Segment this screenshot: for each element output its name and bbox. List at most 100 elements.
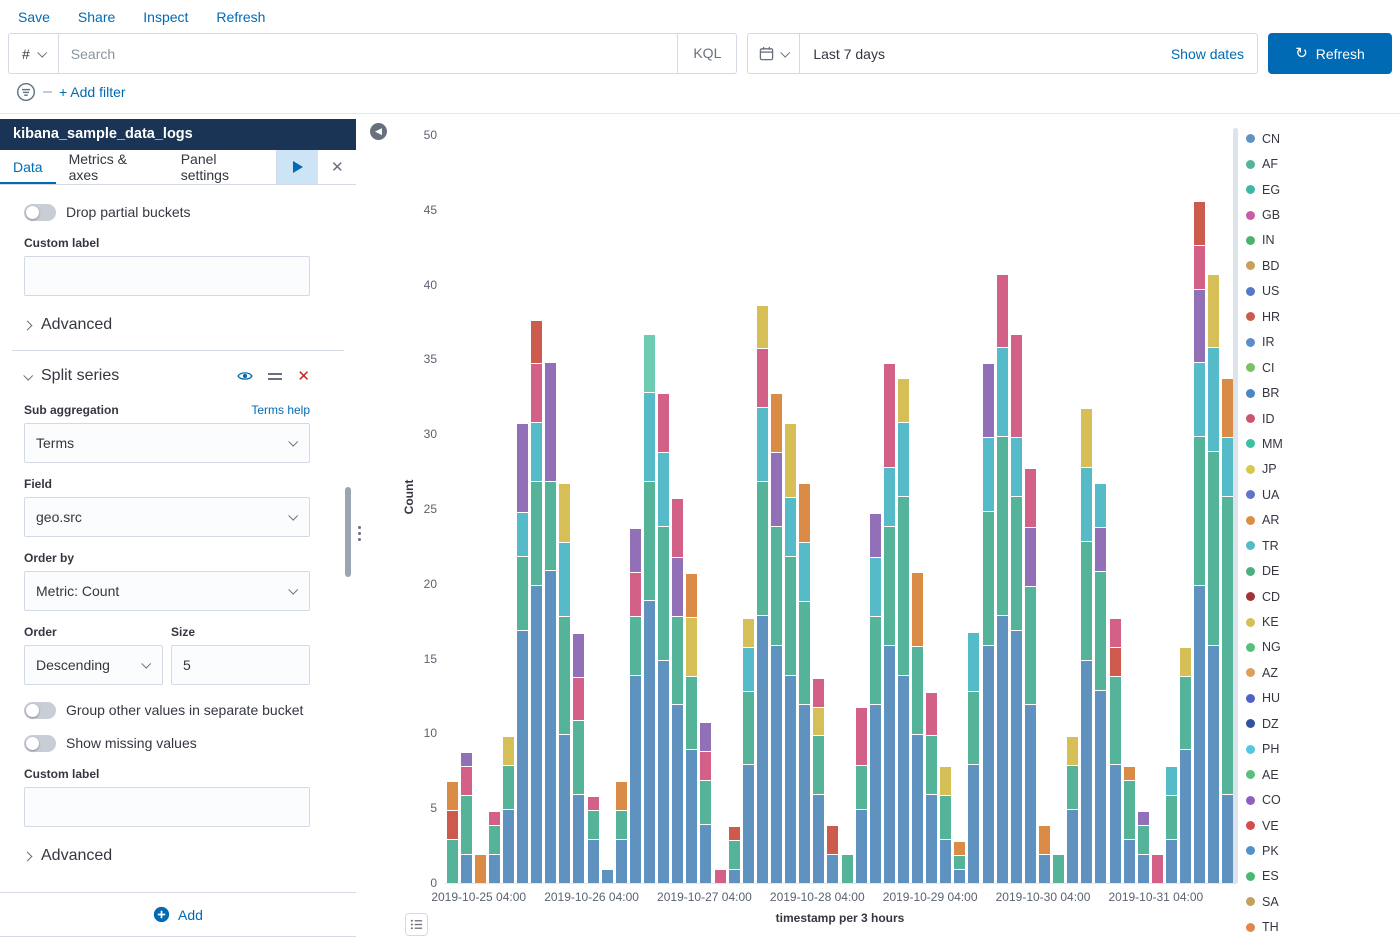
stacked-bar[interactable] — [1011, 334, 1022, 883]
legend-item[interactable]: NG — [1246, 635, 1386, 660]
bar-segment[interactable] — [799, 483, 810, 542]
stacked-bar[interactable] — [1081, 408, 1092, 883]
bar-segment[interactable] — [700, 751, 711, 780]
stacked-bar[interactable] — [489, 811, 500, 883]
bar-segment[interactable] — [531, 585, 542, 883]
bar-segment[interactable] — [1222, 496, 1233, 794]
stacked-bar[interactable] — [1208, 274, 1219, 883]
bar-segment[interactable] — [715, 869, 726, 883]
stacked-bar[interactable] — [1053, 854, 1064, 883]
stacked-bar[interactable] — [898, 378, 909, 883]
bar-segment[interactable] — [588, 839, 599, 883]
bar-segment[interactable] — [898, 378, 909, 422]
bar-segment[interactable] — [968, 691, 979, 765]
bar-segment[interactable] — [884, 526, 895, 645]
stacked-bar[interactable] — [785, 423, 796, 883]
bar-segment[interactable] — [1025, 704, 1036, 883]
bar-segment[interactable] — [545, 570, 556, 883]
bar-segment[interactable] — [898, 422, 909, 496]
bar-segment[interactable] — [489, 811, 500, 825]
show-dates-link[interactable]: Show dates — [1171, 46, 1257, 62]
stacked-bar[interactable] — [1124, 766, 1135, 883]
legend-item[interactable]: DE — [1246, 558, 1386, 583]
bar-segment[interactable] — [785, 675, 796, 883]
bar-segment[interactable] — [573, 720, 584, 794]
bar-segment[interactable] — [884, 363, 895, 467]
stacked-bar[interactable] — [743, 618, 754, 883]
share-link[interactable]: Share — [78, 9, 115, 25]
legend-item[interactable]: CO — [1246, 787, 1386, 812]
bar-segment[interactable] — [884, 467, 895, 526]
legend-item[interactable]: DZ — [1246, 711, 1386, 736]
bar-segment[interactable] — [940, 766, 951, 795]
bar-segment[interactable] — [1067, 765, 1078, 809]
bar-segment[interactable] — [658, 452, 669, 526]
custom-label-1-input[interactable] — [24, 256, 310, 296]
bar-segment[interactable] — [743, 691, 754, 765]
bar-segment[interactable] — [686, 573, 697, 617]
discard-changes-button[interactable]: ✕ — [318, 150, 356, 184]
bar-segment[interactable] — [1222, 794, 1233, 883]
bar-segment[interactable] — [1095, 483, 1106, 527]
bar-segment[interactable] — [1180, 749, 1191, 883]
bar-segment[interactable] — [1194, 585, 1205, 883]
bar-segment[interactable] — [1053, 854, 1064, 883]
bar-segment[interactable] — [940, 839, 951, 883]
bar-segment[interactable] — [630, 675, 641, 883]
show-missing-toggle[interactable] — [24, 735, 56, 752]
bar-segment[interactable] — [785, 423, 796, 497]
add-sub-bucket-button[interactable]: Add — [153, 906, 203, 923]
bar-segment[interactable] — [827, 825, 838, 854]
bar-segment[interactable] — [559, 483, 570, 542]
stacked-bar[interactable] — [940, 766, 951, 883]
legend-item[interactable]: GB — [1246, 202, 1386, 227]
bar-segment[interactable] — [997, 615, 1008, 883]
field-select[interactable]: geo.src — [24, 497, 310, 537]
bar-segment[interactable] — [517, 423, 528, 512]
bar-segment[interactable] — [785, 497, 796, 556]
chevron-down-icon[interactable] — [23, 370, 33, 380]
legend-item[interactable]: ES — [1246, 864, 1386, 889]
custom-label-2-input[interactable] — [24, 787, 310, 827]
bar-segment[interactable] — [954, 855, 965, 869]
legend-item[interactable]: VE — [1246, 813, 1386, 838]
legend-item[interactable]: AR — [1246, 508, 1386, 533]
bar-segment[interactable] — [743, 618, 754, 647]
bar-segment[interactable] — [573, 633, 584, 677]
stacked-bar[interactable] — [912, 572, 923, 883]
stacked-bar[interactable] — [503, 736, 514, 883]
bar-segment[interactable] — [545, 362, 556, 481]
bar-segment[interactable] — [1011, 437, 1022, 496]
bar-segment[interactable] — [983, 363, 994, 437]
eye-icon[interactable] — [237, 368, 253, 384]
bar-segment[interactable] — [1025, 468, 1036, 527]
bar-segment[interactable] — [1039, 854, 1050, 883]
bar-segment[interactable] — [644, 334, 655, 393]
bar-segment[interactable] — [1138, 854, 1149, 883]
bar-segment[interactable] — [743, 647, 754, 691]
bar-segment[interactable] — [1138, 811, 1149, 825]
bar-segment[interactable] — [602, 869, 613, 883]
bar-segment[interactable] — [799, 542, 810, 601]
stacked-bar[interactable] — [1067, 736, 1078, 883]
bar-segment[interactable] — [461, 766, 472, 795]
size-input[interactable] — [171, 645, 310, 685]
stacked-bar[interactable] — [968, 632, 979, 883]
bar-segment[interactable] — [997, 347, 1008, 436]
bar-segment[interactable] — [1025, 586, 1036, 705]
stacked-bar[interactable] — [771, 393, 782, 883]
bar-segment[interactable] — [813, 735, 824, 794]
bar-segment[interactable] — [771, 393, 782, 452]
legend-item[interactable]: ID — [1246, 406, 1386, 431]
bar-segment[interactable] — [1081, 467, 1092, 541]
bar-segment[interactable] — [968, 764, 979, 883]
bar-segment[interactable] — [1124, 780, 1135, 839]
legend-item[interactable]: IR — [1246, 330, 1386, 355]
bar-segment[interactable] — [630, 616, 641, 675]
bar-segment[interactable] — [785, 556, 796, 675]
stacked-bar[interactable] — [1138, 811, 1149, 883]
legend-item[interactable]: TR — [1246, 533, 1386, 558]
order-by-select[interactable]: Metric: Count — [24, 571, 310, 611]
bar-segment[interactable] — [1194, 201, 1205, 245]
stacked-bar[interactable] — [1180, 647, 1191, 883]
